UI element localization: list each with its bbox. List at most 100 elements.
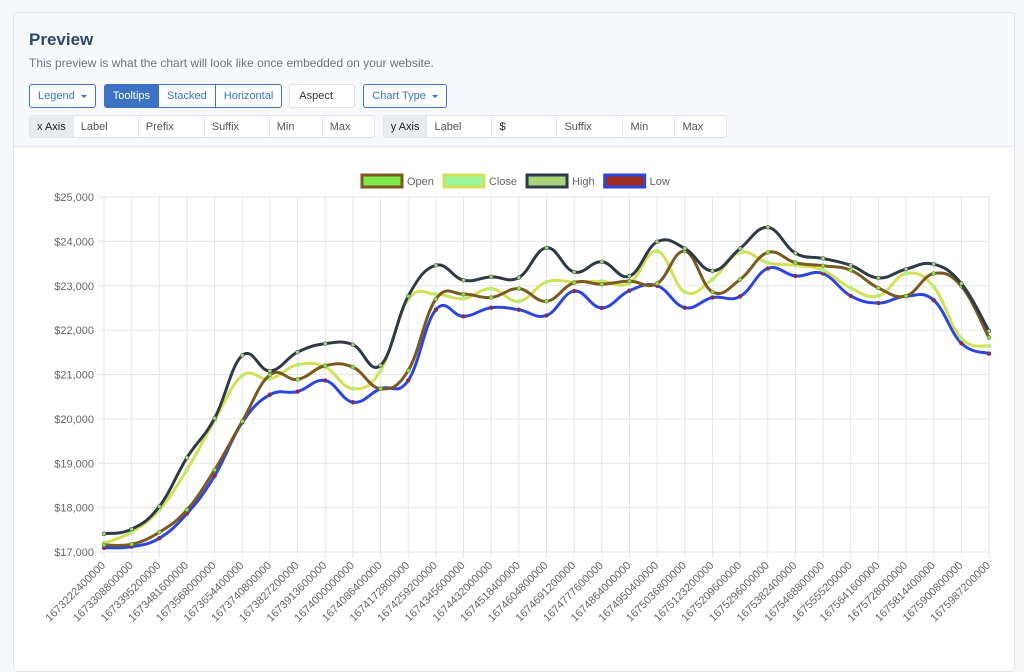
- data-point[interactable]: [350, 364, 356, 370]
- data-point[interactable]: [682, 289, 688, 295]
- data-point[interactable]: [848, 263, 853, 268]
- x-axis-max-input[interactable]: Max: [321, 116, 374, 137]
- data-point[interactable]: [488, 286, 494, 291]
- data-point[interactable]: [516, 275, 522, 280]
- data-point[interactable]: [654, 248, 660, 254]
- data-point[interactable]: [599, 281, 605, 287]
- data-point[interactable]: [710, 295, 715, 300]
- data-point[interactable]: [544, 279, 549, 285]
- data-point[interactable]: [461, 314, 466, 319]
- data-point[interactable]: [599, 259, 605, 265]
- legend-item-close[interactable]: Close: [442, 173, 517, 189]
- y-axis-prefix-input[interactable]: $: [491, 116, 556, 137]
- data-point[interactable]: [488, 274, 494, 280]
- chart-type-dropdown[interactable]: Chart Type: [363, 84, 447, 108]
- data-point[interactable]: [931, 261, 936, 267]
- data-point[interactable]: [876, 275, 881, 281]
- data-point[interactable]: [903, 271, 909, 276]
- data-point[interactable]: [433, 296, 439, 302]
- data-point[interactable]: [737, 277, 743, 282]
- data-point[interactable]: [516, 286, 522, 291]
- data-point[interactable]: [488, 305, 494, 310]
- data-point[interactable]: [571, 269, 577, 275]
- data-point[interactable]: [848, 293, 853, 299]
- data-point[interactable]: [101, 542, 107, 548]
- data-point[interactable]: [986, 335, 992, 340]
- data-point[interactable]: [129, 526, 134, 532]
- data-point[interactable]: [323, 363, 328, 368]
- data-point[interactable]: [710, 289, 715, 295]
- data-point[interactable]: [461, 277, 466, 283]
- data-point[interactable]: [765, 266, 770, 271]
- y-axis-suffix-input[interactable]: Suffix: [556, 116, 622, 137]
- data-point[interactable]: [793, 250, 798, 256]
- data-point[interactable]: [378, 363, 383, 368]
- horizontal-toggle[interactable]: Horizontal: [214, 84, 283, 108]
- data-point[interactable]: [544, 245, 549, 251]
- data-point[interactable]: [848, 285, 853, 291]
- data-point[interactable]: [240, 419, 245, 424]
- data-point[interactable]: [654, 281, 660, 286]
- data-point[interactable]: [682, 246, 688, 251]
- data-point[interactable]: [793, 273, 798, 279]
- data-point[interactable]: [378, 368, 383, 373]
- data-point[interactable]: [710, 268, 715, 274]
- data-point[interactable]: [157, 504, 162, 509]
- data-point[interactable]: [157, 535, 162, 541]
- data-point[interactable]: [350, 399, 356, 405]
- data-point[interactable]: [516, 299, 522, 304]
- data-point[interactable]: [350, 386, 356, 391]
- data-point[interactable]: [793, 260, 798, 265]
- tooltips-toggle[interactable]: Tooltips: [103, 84, 160, 108]
- data-point[interactable]: [931, 284, 936, 290]
- data-point[interactable]: [737, 246, 743, 251]
- data-point[interactable]: [765, 260, 770, 266]
- y-axis-label-input[interactable]: Label: [426, 116, 491, 137]
- data-point[interactable]: [571, 288, 577, 294]
- data-point[interactable]: [323, 341, 328, 346]
- data-point[interactable]: [184, 467, 190, 472]
- data-point[interactable]: [820, 256, 826, 261]
- data-point[interactable]: [627, 278, 632, 284]
- data-point[interactable]: [765, 225, 770, 230]
- data-point[interactable]: [986, 328, 992, 334]
- data-point[interactable]: [848, 267, 853, 273]
- data-point[interactable]: [461, 296, 466, 301]
- x-axis-prefix-input[interactable]: Prefix: [137, 116, 204, 137]
- data-point[interactable]: [876, 293, 881, 299]
- data-point[interactable]: [295, 377, 300, 382]
- data-point[interactable]: [820, 267, 826, 273]
- data-point[interactable]: [184, 455, 190, 460]
- data-point[interactable]: [405, 378, 411, 383]
- data-point[interactable]: [627, 288, 632, 293]
- data-point[interactable]: [240, 353, 245, 358]
- data-point[interactable]: [350, 342, 356, 348]
- data-point[interactable]: [157, 530, 162, 535]
- data-point[interactable]: [876, 285, 881, 291]
- data-point[interactable]: [544, 299, 549, 304]
- legend-item-low[interactable]: Low: [603, 173, 670, 189]
- data-point[interactable]: [876, 300, 881, 306]
- x-axis-suffix-input[interactable]: Suffix: [203, 116, 269, 137]
- legend-dropdown[interactable]: Legend: [29, 84, 96, 108]
- data-point[interactable]: [654, 239, 660, 245]
- data-point[interactable]: [959, 281, 964, 286]
- data-point[interactable]: [212, 415, 217, 421]
- data-point[interactable]: [267, 372, 273, 378]
- data-point[interactable]: [931, 271, 936, 276]
- data-point[interactable]: [516, 307, 522, 312]
- data-point[interactable]: [461, 291, 466, 297]
- data-point[interactable]: [129, 541, 134, 547]
- data-point[interactable]: [433, 307, 439, 312]
- data-point[interactable]: [433, 263, 439, 268]
- data-point[interactable]: [295, 389, 300, 394]
- legend-item-high[interactable]: High: [525, 173, 595, 189]
- data-point[interactable]: [627, 273, 632, 279]
- data-point[interactable]: [488, 295, 494, 300]
- y-axis-min-input[interactable]: Min: [622, 116, 674, 137]
- data-point[interactable]: [737, 294, 743, 299]
- data-point[interactable]: [295, 362, 300, 367]
- data-point[interactable]: [184, 507, 190, 513]
- data-point[interactable]: [682, 305, 688, 310]
- data-point[interactable]: [820, 263, 826, 269]
